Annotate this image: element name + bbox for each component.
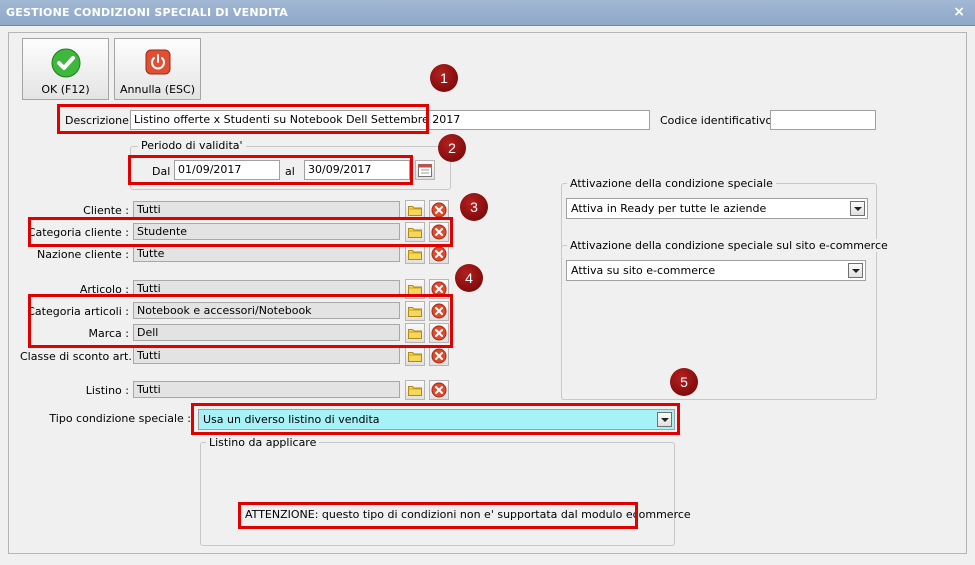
listino-field: Tutti [133, 381, 400, 398]
step-badge-3: 3 [460, 193, 488, 221]
attivazione-select[interactable]: Attiva in Ready per tutte le aziende [566, 198, 868, 219]
calendar-button[interactable] [415, 160, 435, 180]
nazione-cliente-label: Nazione cliente : [37, 248, 129, 261]
attivazione-title: Attivazione della condizione speciale [567, 177, 776, 190]
delete-icon [431, 246, 447, 262]
attivazione-web-select[interactable]: Attiva su sito e-commerce [566, 260, 866, 281]
folder-icon [408, 250, 422, 260]
folder-icon [408, 206, 422, 216]
attivazione-web-title: Attivazione della condizione speciale su… [567, 239, 891, 252]
codice-label: Codice identificativo : [660, 114, 780, 127]
folder-icon [408, 386, 422, 396]
codice-input[interactable] [770, 110, 876, 130]
classe-sconto-field: Tutti [133, 347, 400, 364]
checkmark-icon [51, 48, 81, 78]
attivazione-value: Attiva in Ready per tutte le aziende [571, 202, 767, 215]
classe-sconto-label: Classe di sconto art. : [20, 350, 140, 363]
tipo-condizione-label: Tipo condizione speciale : [49, 412, 191, 425]
nazione-cliente-browse-button[interactable] [405, 244, 425, 264]
power-icon [145, 49, 171, 75]
listino-label: Listino : [85, 384, 129, 397]
highlight-categoria-cliente [28, 217, 453, 247]
classe-sconto-clear-button[interactable] [429, 346, 449, 366]
listino-applicare-title: Listino da applicare [206, 436, 320, 449]
step-badge-2: 2 [438, 134, 466, 162]
step-badge-5: 5 [670, 368, 698, 396]
cancel-button[interactable]: Annulla (ESC) [114, 38, 201, 100]
highlight-tipo-condizione [191, 403, 680, 435]
calendar-icon [418, 164, 432, 177]
classe-sconto-browse-button[interactable] [405, 346, 425, 366]
listino-applicare-group [200, 442, 675, 546]
cliente-field: Tutti [133, 201, 400, 218]
nazione-cliente-clear-button[interactable] [429, 244, 449, 264]
step-badge-4: 4 [455, 264, 483, 292]
ok-button[interactable]: OK (F12) [22, 38, 109, 100]
listino-clear-button[interactable] [429, 380, 449, 400]
listino-browse-button[interactable] [405, 380, 425, 400]
step-badge-1: 1 [430, 64, 458, 92]
cancel-button-label: Annulla (ESC) [120, 83, 195, 96]
folder-icon [408, 352, 422, 362]
cliente-label: Cliente : [83, 204, 129, 217]
title-bar: GESTIONE CONDIZIONI SPECIALI DI VENDITA … [0, 0, 975, 26]
highlight-warning [238, 502, 638, 529]
highlight-descrizione [57, 104, 429, 134]
highlight-articoli-marca [28, 294, 453, 348]
close-icon[interactable]: × [953, 4, 965, 20]
delete-icon [431, 348, 447, 364]
delete-icon [431, 202, 447, 218]
delete-icon [431, 382, 447, 398]
highlight-periodo [128, 155, 413, 185]
periodo-title: Periodo di validita' [138, 139, 246, 152]
ok-button-label: OK (F12) [41, 83, 90, 96]
chevron-down-icon[interactable] [850, 201, 865, 216]
nazione-cliente-field: Tutte [133, 245, 400, 262]
window-title: GESTIONE CONDIZIONI SPECIALI DI VENDITA [6, 6, 288, 19]
chevron-down-icon[interactable] [848, 263, 863, 278]
attivazione-web-value: Attiva su sito e-commerce [571, 264, 716, 277]
